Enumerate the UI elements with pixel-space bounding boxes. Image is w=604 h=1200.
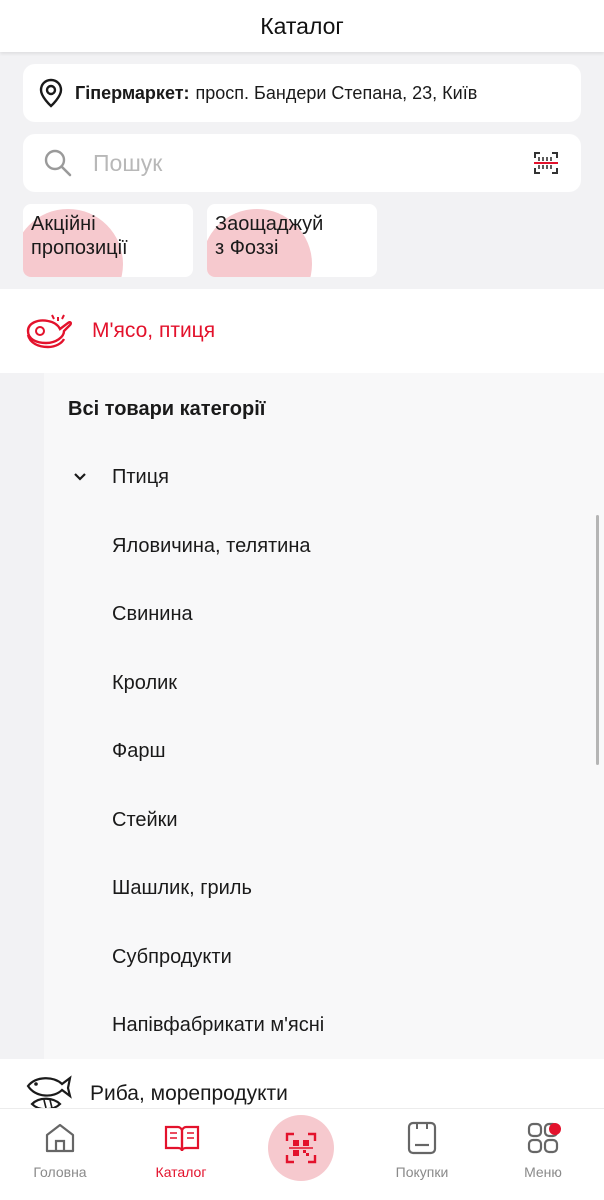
meat-icon [24,309,74,353]
category-name: Риба, морепродукти [90,1082,288,1105]
page-title: Каталог [260,12,344,39]
tab-menu[interactable]: Меню [483,1109,603,1200]
subcategory-item-beef[interactable]: Яловичина, телятина [112,535,311,558]
tab-label: Каталог [155,1164,207,1180]
tab-catalog[interactable]: Каталог [121,1109,241,1200]
scan-button[interactable] [268,1115,334,1181]
search-input[interactable] [93,149,493,177]
store-label: Гіпермаркет: [75,82,190,103]
category-meat-header[interactable]: М'ясо, птиця [0,289,604,373]
location-pin-icon [37,78,67,108]
home-icon [43,1121,77,1155]
store-selector[interactable]: Гіпермаркет: просп. Бандери Степана, 23,… [23,64,581,122]
all-category-items-link[interactable]: Всі товари категорії [68,398,265,421]
promo-label: Акційні пропозиції [31,213,128,259]
notification-badge [549,1123,561,1135]
tab-label: Покупки [395,1164,449,1180]
tab-label: Меню [524,1164,562,1180]
catalog-book-icon [164,1121,200,1155]
scan-qr-icon [285,1132,317,1164]
search-icon[interactable] [43,148,73,178]
barcode-scan-icon[interactable] [533,151,559,175]
store-address: просп. Бандери Степана, 23, Київ [195,82,478,103]
tab-label: Головна [33,1164,87,1180]
subcategory-item-steaks[interactable]: Стейки [112,809,178,832]
category-name: М'ясо, птиця [92,319,216,342]
subcategory-item-poultry[interactable]: Птиця [112,466,169,489]
chevron-down-icon[interactable] [72,469,88,485]
subcategory-list: Всі товари категорії Птиця Яловичина, те… [44,373,604,1059]
tab-purchases[interactable]: Покупки [362,1109,482,1200]
top-bar: Каталог [0,0,604,52]
scrollbar[interactable] [596,515,599,765]
promo-card-savings[interactable]: Заощаджуй з Фоззі [207,204,377,277]
search-bar [23,134,581,192]
promo-card-sales[interactable]: Акційні пропозиції [23,204,193,277]
receipt-icon [405,1121,439,1155]
tab-home[interactable]: Головна [0,1109,120,1200]
subcategory-item-grill[interactable]: Шашлик, гриль [112,877,252,900]
subcategory-item-offal[interactable]: Субпродукти [112,946,232,969]
promo-label: Заощаджуй з Фоззі [215,213,324,259]
subcategory-item-pork[interactable]: Свинина [112,603,193,626]
bottom-tab-bar: Головна Каталог Покупки Меню [0,1108,604,1200]
subcategory-item-minced[interactable]: Фарш [112,740,166,763]
subcategory-item-rabbit[interactable]: Кролик [112,672,177,695]
subcategory-item-semi-finished[interactable]: Напівфабрикати м'ясні [112,1014,324,1037]
